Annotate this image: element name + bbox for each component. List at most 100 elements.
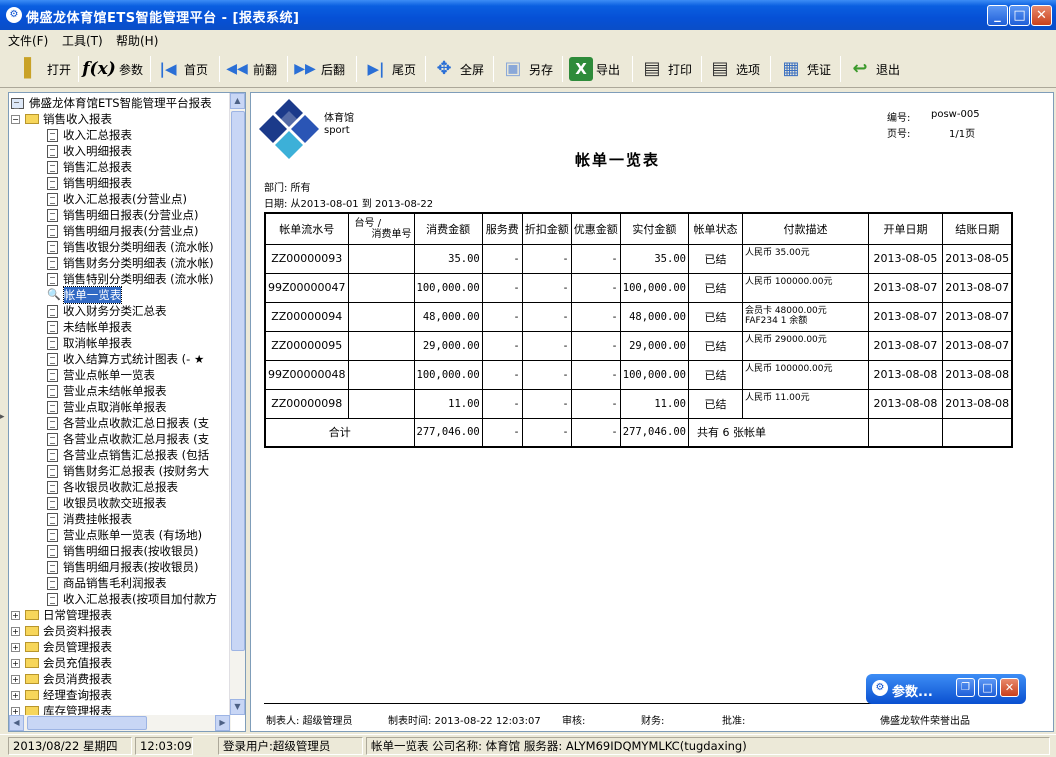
tree-report-item[interactable]: 营业点未结帐单报表 — [47, 383, 167, 399]
tree-report-item[interactable]: 收入明细报表 — [47, 143, 132, 159]
tree-report-item[interactable]: 销售财务分类明细表 (流水帐) — [47, 255, 214, 271]
tree-report-item[interactable]: 各收银员收款汇总报表 — [47, 479, 178, 495]
tree-report-item[interactable]: 商品销售毛利润报表 — [47, 575, 167, 591]
toolbar-separator — [493, 56, 494, 82]
tree-horizontal-scrollbar[interactable]: ◀ ▶ — [9, 715, 231, 731]
tree-group-item[interactable]: + 会员消费报表 — [11, 671, 112, 687]
tree-item-bill-overview[interactable]: 🔍 帐单一览表 — [47, 286, 123, 304]
voucher-button[interactable]: ▦ 凭证 — [778, 53, 831, 85]
menu-help[interactable]: 帮助(H) — [116, 32, 158, 49]
save-as-button[interactable]: ▣ 另存 — [500, 53, 553, 85]
next-page-button[interactable]: ▶▶ 后翻 — [292, 53, 345, 85]
open-date-cell: 2013-08-07 — [867, 330, 943, 361]
close-date-cell: 2013-08-05 — [941, 243, 1013, 274]
tree-report-item[interactable]: 收入汇总报表 — [47, 127, 132, 143]
service-fee-cell: - — [481, 301, 523, 332]
tree-report-item[interactable]: 收银员收款交班报表 — [47, 495, 167, 511]
options-button[interactable]: ▤ 选项 — [707, 53, 760, 85]
tree-report-item[interactable]: 收入财务分类汇总表 — [47, 303, 167, 319]
tree-report-item[interactable]: 营业点帐单一览表 — [47, 367, 155, 383]
tree-report-item[interactable]: 营业点账单一览表 (有场地) — [47, 527, 202, 543]
exit-button[interactable]: ↩ 退出 — [847, 53, 900, 85]
tree-group-item[interactable]: + 日常管理报表 — [11, 607, 112, 623]
tree-item-label: 各营业点收款汇总日报表 (支 — [63, 416, 210, 430]
menu-file[interactable]: 文件(F) — [8, 32, 48, 49]
bill-number-cell: 99Z00000047 — [264, 272, 349, 303]
previous-page-button[interactable]: ◀◀ 前翻 — [224, 53, 277, 85]
tree-group-item[interactable]: + 经理查询报表 — [11, 687, 112, 703]
tree-report-item[interactable]: 收入汇总报表(分营业点) — [47, 191, 187, 207]
discount-cell: - — [521, 272, 572, 303]
expand-icon[interactable]: + — [11, 658, 20, 668]
tree-report-item[interactable]: 销售明细日报表(分营业点) — [47, 207, 198, 223]
tree-report-item[interactable]: 收入结算方式统计图表 (- ★ — [47, 351, 204, 367]
tree-report-item[interactable]: 销售汇总报表 — [47, 159, 132, 175]
tree-group-sales-income[interactable]: − 销售收入报表 — [11, 111, 112, 127]
tree-report-item[interactable]: 销售特别分类明细表 (流水帐) — [47, 271, 214, 287]
tree-item-label: 销售收入报表 — [43, 112, 112, 126]
print-button[interactable]: ▤ 打印 — [639, 53, 692, 85]
maximize-button[interactable]: □ — [1009, 5, 1030, 26]
open-button[interactable]: ▌ 打开 — [18, 53, 71, 85]
total-promo: - — [570, 417, 621, 448]
tree-item-label: 商品销售毛利润报表 — [63, 576, 167, 590]
tree-group-item[interactable]: + 会员充值报表 — [11, 655, 112, 671]
report-viewer[interactable]: 体育馆 sport 编号: posw-005 页号: 1/1页 帐单一览表 部门… — [250, 92, 1054, 732]
expand-icon[interactable]: + — [11, 642, 20, 652]
restore-button[interactable]: ❐ — [956, 678, 975, 697]
report-document-icon — [47, 192, 58, 206]
scrollbar-thumb[interactable] — [231, 111, 245, 651]
splitter-arrow-icon[interactable]: ▸ — [0, 412, 5, 422]
close-button[interactable]: ✕ — [1000, 678, 1019, 697]
scroll-down-arrow-icon[interactable]: ▼ — [230, 699, 245, 715]
tree-report-item[interactable]: 各营业点收款汇总月报表 (支 — [47, 431, 209, 447]
menu-tools[interactable]: 工具(T) — [62, 32, 103, 49]
report-document-icon — [47, 592, 58, 606]
tree-report-item[interactable]: 销售明细日报表(按收银员) — [47, 543, 198, 559]
tree-group-item[interactable]: + 会员资料报表 — [11, 623, 112, 639]
tree-report-item[interactable]: 销售收银分类明细表 (流水帐) — [47, 239, 214, 255]
tree-report-item[interactable]: 销售明细月报表(分营业点) — [47, 223, 198, 239]
report-document-icon — [47, 352, 58, 366]
tree-group-item[interactable]: + 会员管理报表 — [11, 639, 112, 655]
tree-report-item[interactable]: 各营业点收款汇总日报表 (支 — [47, 415, 209, 431]
first-page-button[interactable]: |◀ 首页 — [155, 53, 208, 85]
tree-report-item[interactable]: 销售明细报表 — [47, 175, 132, 191]
expand-icon[interactable]: + — [11, 690, 20, 700]
scroll-up-arrow-icon[interactable]: ▲ — [230, 93, 245, 109]
collapse-icon[interactable]: − — [11, 114, 20, 124]
tree-report-item[interactable]: 消费挂帐报表 — [47, 511, 132, 527]
tree-report-item[interactable]: 各营业点销售汇总报表 (包括 — [47, 447, 209, 463]
close-button[interactable]: ✕ — [1031, 5, 1052, 26]
expand-icon[interactable]: + — [11, 626, 20, 636]
open-date-cell: 2013-08-07 — [867, 301, 943, 332]
last-page-button[interactable]: ▶| 尾页 — [363, 53, 416, 85]
scroll-left-arrow-icon[interactable]: ◀ — [9, 715, 24, 731]
maximize-button[interactable]: □ — [978, 678, 997, 697]
serial-value: posw-005 — [931, 109, 980, 120]
tree-vertical-scrollbar[interactable]: ▲ ▼ — [229, 93, 245, 715]
tree-report-item[interactable]: 未结帐单报表 — [47, 319, 132, 335]
expand-icon[interactable]: + — [11, 674, 20, 684]
tree-report-item[interactable]: 收入汇总报表(按项目加付款方 — [47, 591, 217, 607]
minimize-button[interactable]: _ — [987, 5, 1008, 26]
title-bar[interactable]: ⚙ 佛盛龙体育馆ETS智能管理平台 - [报表系统] _ □ ✕ — [0, 0, 1056, 30]
report-tree[interactable]: 佛盛龙体育馆ETS智能管理平台报表 − 销售收入报表 收入汇总报表 收入明细报表 销售汇总… — [8, 92, 246, 732]
tree-report-item[interactable]: 销售明细月报表(按收银员) — [47, 559, 198, 575]
scroll-right-arrow-icon[interactable]: ▶ — [215, 715, 230, 731]
app-icon[interactable]: ⚙ — [6, 7, 22, 23]
expand-icon[interactable]: + — [11, 610, 20, 620]
tree-report-item[interactable]: 营业点取消帐单报表 — [47, 399, 167, 415]
tree-report-item[interactable]: 销售财务汇总报表 (按财务大 — [47, 463, 209, 479]
params-floating-window[interactable]: ⚙ 参数... ❐ □ ✕ — [866, 674, 1026, 704]
tree-root[interactable]: 佛盛龙体育馆ETS智能管理平台报表 — [11, 95, 212, 111]
scrollbar-thumb[interactable] — [27, 716, 147, 730]
export-button[interactable]: X 导出 — [569, 53, 620, 85]
last-page-icon: ▶| — [367, 60, 385, 78]
tree-report-item[interactable]: 取消帐单报表 — [47, 335, 132, 351]
close-date-cell: 2013-08-08 — [941, 388, 1013, 419]
fullscreen-button[interactable]: ✥ 全屏 — [431, 53, 484, 85]
paid-cell: 29,000.00 — [619, 330, 689, 361]
window-title: 佛盛龙体育馆ETS智能管理平台 - [报表系统] — [26, 11, 300, 26]
params-button[interactable]: f(x) 参数 — [82, 53, 143, 85]
